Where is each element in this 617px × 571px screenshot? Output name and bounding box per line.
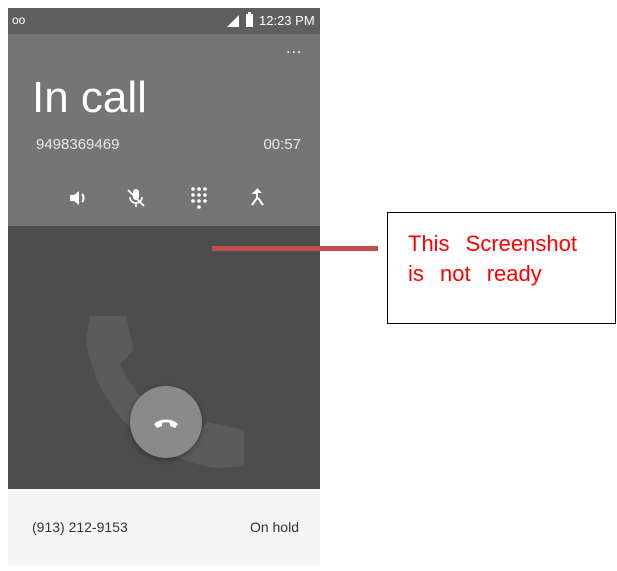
hang-up-icon xyxy=(154,419,178,428)
phone-screen: oo 12:23 PM ... In call 9498369469 00:57 xyxy=(8,8,320,566)
status-bar: oo 12:23 PM xyxy=(8,8,320,34)
dialpad-icon[interactable] xyxy=(185,184,213,212)
more-options-icon[interactable]: ... xyxy=(286,40,310,58)
mute-icon[interactable] xyxy=(122,184,150,212)
annotation-text: This Screenshot is not ready xyxy=(408,231,577,286)
call-duration: 00:57 xyxy=(263,136,301,153)
voicemail-icon: oo xyxy=(12,13,26,27)
annotation-box: This Screenshot is not ready xyxy=(387,212,616,324)
status-time: 12:23 PM xyxy=(259,13,315,28)
caller-number: 9498369469 xyxy=(36,136,120,153)
call-header: ... In call 9498369469 00:57 xyxy=(8,34,320,226)
end-call-button[interactable] xyxy=(130,386,202,458)
call-body xyxy=(8,226,320,489)
signal-icon xyxy=(227,15,239,27)
battery-icon xyxy=(246,12,253,27)
on-hold-call-row[interactable]: (913) 212-9153 On hold xyxy=(8,489,320,566)
on-hold-status: On hold xyxy=(249,519,299,535)
speaker-icon[interactable] xyxy=(64,184,92,212)
call-title: In call xyxy=(32,73,147,122)
call-controls xyxy=(8,184,320,216)
merge-call-icon[interactable] xyxy=(244,184,272,212)
on-hold-number: (913) 212-9153 xyxy=(32,519,128,535)
annotation-arrow xyxy=(212,246,378,251)
